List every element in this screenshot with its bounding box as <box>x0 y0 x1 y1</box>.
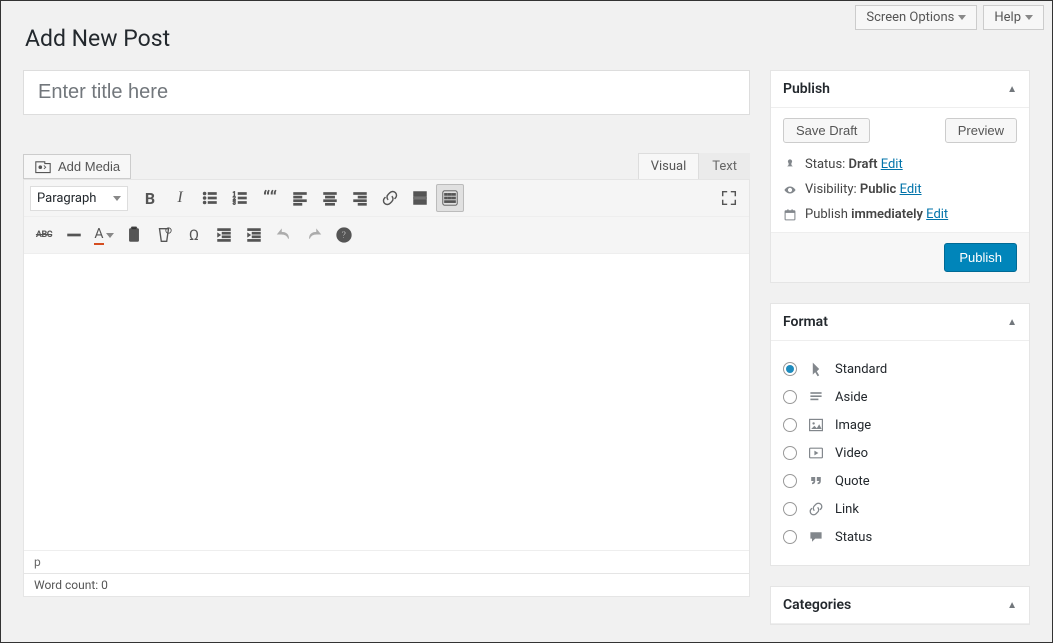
save-draft-button[interactable]: Save Draft <box>783 118 870 143</box>
radio-icon <box>783 418 797 432</box>
screen-options-label: Screen Options <box>866 10 954 25</box>
help-button[interactable]: Help <box>983 5 1044 30</box>
fullscreen-button[interactable] <box>715 184 743 212</box>
format-label: Video <box>835 446 868 461</box>
editor: Paragraph B I 123 ““ <box>23 179 750 597</box>
calendar-icon <box>783 208 797 222</box>
edit-visibility-link[interactable]: Edit <box>900 182 922 197</box>
svg-text:3: 3 <box>233 200 236 206</box>
italic-button[interactable]: I <box>166 184 194 212</box>
format-label: Link <box>835 502 859 517</box>
svg-text:?: ? <box>341 231 346 242</box>
numbered-list-button[interactable]: 123 <box>226 184 254 212</box>
screen-options-button[interactable]: Screen Options <box>855 5 977 30</box>
link-icon <box>807 500 825 518</box>
paragraph-format-select[interactable]: Paragraph <box>30 186 128 211</box>
chevron-down-icon <box>113 196 121 201</box>
status-icon <box>807 528 825 546</box>
media-icon <box>34 160 52 174</box>
radio-icon <box>783 446 797 460</box>
outdent-button[interactable] <box>210 221 238 249</box>
radio-icon <box>783 390 797 404</box>
link-button[interactable] <box>376 184 404 212</box>
help-label: Help <box>994 10 1021 25</box>
text-color-button[interactable]: A <box>90 221 118 249</box>
format-label: Aside <box>835 390 868 405</box>
publish-heading[interactable]: Publish ▲ <box>771 71 1029 108</box>
horizontal-rule-button[interactable] <box>60 221 88 249</box>
visibility-row: Visibility: Public Edit <box>783 182 1017 197</box>
categories-heading[interactable]: Categories ▲ <box>771 587 1029 624</box>
caret-up-icon: ▲ <box>1007 317 1017 328</box>
clear-formatting-button[interactable] <box>150 221 178 249</box>
format-heading[interactable]: Format ▲ <box>771 304 1029 341</box>
align-right-button[interactable] <box>346 184 374 212</box>
add-media-button[interactable]: Add Media <box>23 154 131 179</box>
categories-box: Categories ▲ <box>770 586 1030 625</box>
format-label: Image <box>835 418 871 433</box>
status-row: Status: Draft Edit <box>783 157 1017 172</box>
format-label: Quote <box>835 474 870 489</box>
format-option-quote[interactable]: Quote <box>783 467 1017 495</box>
format-option-link[interactable]: Link <box>783 495 1017 523</box>
strikethrough-button[interactable]: ABC <box>30 221 58 249</box>
redo-button[interactable] <box>300 221 328 249</box>
chevron-down-icon <box>1025 15 1033 20</box>
edit-schedule-link[interactable]: Edit <box>926 207 948 222</box>
radio-icon <box>783 362 797 376</box>
tab-visual[interactable]: Visual <box>638 153 700 179</box>
publish-button[interactable]: Publish <box>944 243 1017 272</box>
toolbar-toggle-button[interactable] <box>436 184 464 212</box>
caret-up-icon: ▲ <box>1007 600 1017 611</box>
caret-up-icon: ▲ <box>1007 84 1017 95</box>
chevron-down-icon <box>958 15 966 20</box>
undo-button[interactable] <box>270 221 298 249</box>
format-option-status[interactable]: Status <box>783 523 1017 551</box>
standard-icon <box>807 360 825 378</box>
svg-text:T: T <box>131 232 136 241</box>
edit-status-link[interactable]: Edit <box>881 157 903 172</box>
add-media-label: Add Media <box>58 159 120 174</box>
pin-icon <box>783 158 797 172</box>
format-option-video[interactable]: Video <box>783 439 1017 467</box>
read-more-button[interactable] <box>406 184 434 212</box>
format-option-aside[interactable]: Aside <box>783 383 1017 411</box>
format-box: Format ▲ Standard Aside Image Video Quote Lin… <box>770 303 1030 566</box>
schedule-row: Publish immediately Edit <box>783 207 1017 222</box>
format-option-standard[interactable]: Standard <box>783 355 1017 383</box>
preview-button[interactable]: Preview <box>945 118 1017 143</box>
blockquote-button[interactable]: ““ <box>256 184 284 212</box>
image-icon <box>807 416 825 434</box>
bulleted-list-button[interactable] <box>196 184 224 212</box>
tab-text[interactable]: Text <box>699 153 750 179</box>
radio-icon <box>783 530 797 544</box>
video-icon <box>807 444 825 462</box>
align-left-button[interactable] <box>286 184 314 212</box>
editor-content-area[interactable] <box>24 254 749 550</box>
editor-path: p <box>24 550 749 573</box>
help-icon-button[interactable]: ? <box>330 221 358 249</box>
indent-button[interactable] <box>240 221 268 249</box>
radio-icon <box>783 474 797 488</box>
quote-icon <box>807 472 825 490</box>
post-title-input[interactable] <box>23 70 750 115</box>
word-count: Word count: 0 <box>24 573 749 596</box>
aside-icon <box>807 388 825 406</box>
format-label: Status <box>835 530 872 545</box>
align-center-button[interactable] <box>316 184 344 212</box>
bold-button[interactable]: B <box>136 184 164 212</box>
radio-icon <box>783 502 797 516</box>
publish-box: Publish ▲ Save Draft Preview Status: Dra… <box>770 70 1030 283</box>
format-option-image[interactable]: Image <box>783 411 1017 439</box>
paste-text-button[interactable]: T <box>120 221 148 249</box>
eye-icon <box>783 183 797 197</box>
format-label: Standard <box>835 362 887 377</box>
special-char-button[interactable]: Ω <box>180 221 208 249</box>
